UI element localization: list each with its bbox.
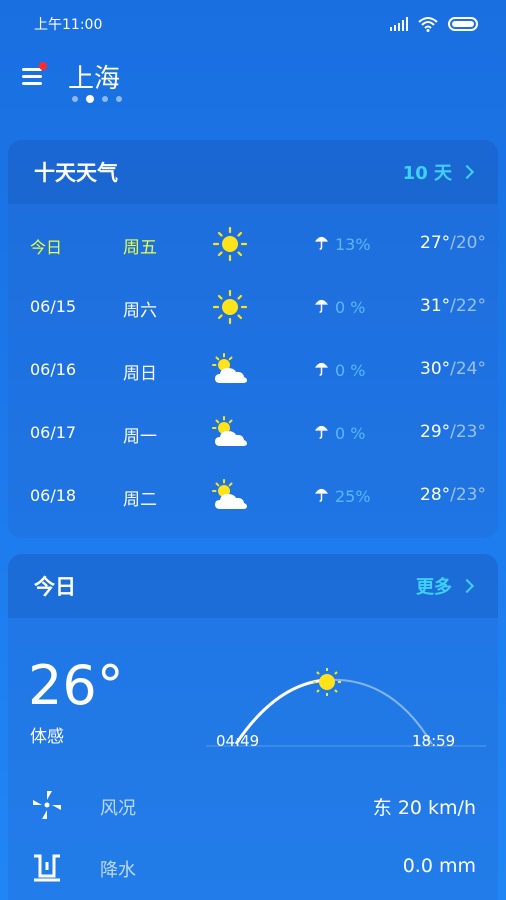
ten-day-card: 十天天气 10 天 今日 周五 13% 27°/20° 06/15 周六 0 % 31°/22… [8, 140, 498, 538]
forecast-date: 今日 [30, 238, 63, 257]
temp-low: /23° [450, 422, 486, 442]
today-title: 今日 [34, 575, 76, 599]
ten-day-title: 十天天气 [34, 161, 118, 185]
temp-high: 29° [420, 422, 451, 442]
sunny-icon [210, 224, 250, 264]
precipitation-label: 降水 [100, 860, 136, 881]
partly-cloudy-icon [210, 476, 250, 516]
page-indicator [72, 95, 122, 103]
forecast-temp: 29°/23° [420, 422, 486, 442]
current-temperature: 26° [28, 654, 124, 717]
forecast-weekday: 周六 [123, 301, 157, 321]
rain-chance: 0 % [335, 361, 366, 380]
rain-chance: 0 % [335, 424, 366, 443]
temp-high: 28° [420, 485, 451, 505]
today-more-label: 更多 [416, 577, 452, 598]
forecast-temp: 30°/24° [420, 359, 486, 379]
page-dot [72, 96, 78, 102]
temp-low: /20° [450, 233, 486, 253]
forecast-temp: 31°/22° [420, 296, 486, 316]
temp-high: 30° [420, 359, 451, 379]
notification-dot [39, 62, 47, 70]
forecast-weekday: 周日 [123, 364, 157, 384]
forecast-date: 06/15 [30, 297, 77, 316]
signal-icon [390, 17, 408, 31]
menu-button[interactable] [22, 62, 48, 88]
umbrella-icon [314, 297, 329, 318]
forecast-row[interactable]: 06/18 周二 25% 28°/23° [8, 476, 498, 516]
today-header: 今日 更多 [8, 554, 498, 618]
precipitation-icon [34, 854, 60, 882]
partly-cloudy-icon [210, 350, 250, 390]
umbrella-icon [314, 486, 329, 507]
page-dot-active [86, 95, 94, 103]
forecast-weekday: 周二 [123, 490, 157, 510]
precipitation-row: 降水 0.0 mm [8, 842, 498, 892]
rain-chance: 13% [335, 235, 371, 254]
precipitation-value: 0.0 mm [402, 855, 476, 877]
chevron-right-icon [459, 578, 475, 594]
wifi-icon [418, 17, 438, 32]
forecast-temp: 27°/20° [420, 233, 486, 253]
umbrella-icon [314, 423, 329, 444]
forecast-temp: 28°/23° [420, 485, 486, 505]
partly-cloudy-icon [210, 413, 250, 453]
wind-value: 东 20 km/h [372, 797, 476, 819]
page-dot [116, 96, 122, 102]
forecast-rain: 0 % [314, 360, 365, 381]
forecast-date: 06/16 [30, 360, 77, 379]
feel-label: 体感 [30, 727, 64, 747]
umbrella-icon [314, 234, 329, 255]
today-card: 今日 更多 26° 体感 04:49 18:59 风况 东 20 km/h 降水… [8, 554, 498, 900]
temp-high: 27° [420, 233, 451, 253]
forecast-weekday: 周五 [123, 238, 157, 258]
forecast-row[interactable]: 06/16 周日 0 % 30°/24° [8, 350, 498, 390]
forecast-row[interactable]: 06/15 周六 0 % 31°/22° [8, 287, 498, 327]
forecast-rain: 13% [314, 234, 371, 255]
sunrise-time: 04:49 [216, 732, 260, 750]
wind-label: 风况 [100, 798, 136, 819]
today-body: 26° 体感 04:49 18:59 风况 东 20 km/h 降水 0.0 m… [8, 618, 498, 900]
battery-icon [448, 17, 478, 31]
sun-arc [206, 668, 486, 747]
temp-low: /23° [450, 485, 486, 505]
forecast-row[interactable]: 06/17 周一 0 % 29°/23° [8, 413, 498, 453]
wind-icon [33, 791, 61, 819]
forecast-rain: 0 % [314, 297, 365, 318]
rain-chance: 25% [335, 487, 371, 506]
temp-low: /24° [450, 359, 486, 379]
header: 上海 [0, 50, 506, 110]
sunset-time: 18:59 [412, 732, 456, 750]
ten-day-more-button[interactable]: 10 天 [402, 159, 475, 185]
sunny-icon [210, 287, 250, 327]
ten-day-more-label: 10 天 [402, 163, 452, 184]
city-name[interactable]: 上海 [68, 58, 120, 95]
rain-chance: 0 % [335, 298, 366, 317]
forecast-row[interactable]: 今日 周五 13% 27°/20° [8, 224, 498, 264]
today-more-button[interactable]: 更多 [416, 573, 475, 599]
status-bar: 上午11:00 [0, 0, 506, 48]
status-icons [390, 16, 478, 32]
umbrella-icon [314, 360, 329, 381]
chevron-right-icon [459, 164, 475, 180]
forecast-weekday: 周一 [123, 427, 157, 447]
forecast-rain: 0 % [314, 423, 365, 444]
status-time: 上午11:00 [34, 17, 103, 33]
temp-high: 31° [420, 296, 451, 316]
forecast-date: 06/17 [30, 423, 77, 442]
wind-row: 风况 东 20 km/h [8, 780, 498, 830]
forecast-rain: 25% [314, 486, 371, 507]
forecast-date: 06/18 [30, 486, 77, 505]
ten-day-header: 十天天气 10 天 [8, 140, 498, 204]
temp-low: /22° [450, 296, 486, 316]
page-dot [102, 96, 108, 102]
